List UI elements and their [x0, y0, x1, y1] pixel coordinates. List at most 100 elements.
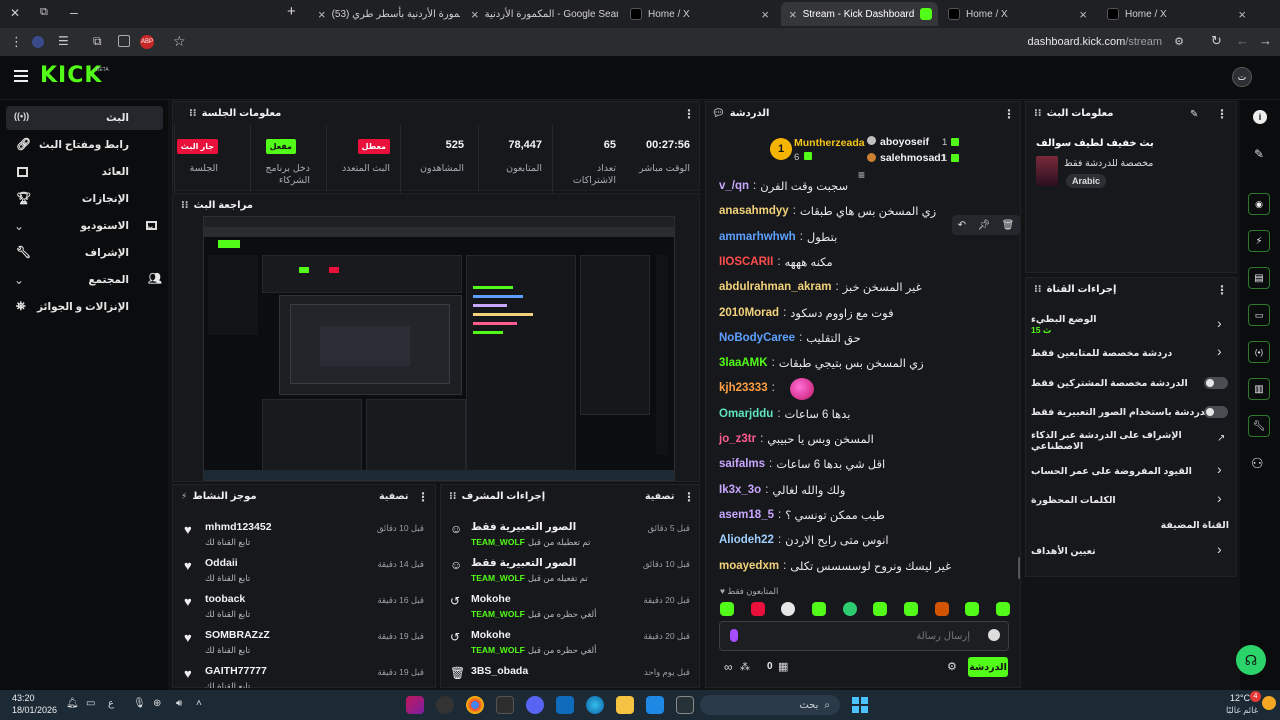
chat-message[interactable]: ammarhwhwh: بتطول — [719, 227, 837, 247]
moderator-name[interactable]: TEAM_WOLF — [471, 537, 525, 548]
chat-username[interactable]: jo_z3tr — [719, 433, 756, 445]
rail-button-camera[interactable]: ◉ — [1248, 193, 1270, 215]
weather-temp[interactable]: 12°C — [1230, 693, 1250, 703]
calendar-icon[interactable]: ▦ — [778, 660, 788, 673]
browser-menu-icon[interactable]: ⋮ — [10, 34, 23, 50]
more-options-icon[interactable]: ⋮ — [1216, 107, 1228, 121]
profile-icon[interactable] — [32, 36, 44, 48]
chat-message[interactable]: Omarjddu: بدها 6 ساعات — [719, 404, 850, 424]
input-language[interactable]: ع — [108, 698, 114, 709]
chat-message-input[interactable] — [750, 627, 970, 645]
bookmark-star-icon[interactable]: ☆ — [173, 33, 186, 50]
activity-user[interactable]: mhmd123452 — [205, 521, 272, 533]
clock-time[interactable]: 43:20 — [12, 693, 35, 703]
sidebar-item-drops[interactable]: الإنزالات و الجوائز ⛯ — [6, 295, 163, 319]
activity-user[interactable]: Oddaii — [205, 557, 238, 569]
rail-button-wrench[interactable]: 🔧︎ — [1248, 415, 1270, 437]
chat-username[interactable]: ammarhwhwh — [719, 231, 796, 243]
more-options-icon[interactable]: ⋮ — [1003, 107, 1015, 121]
chat-username[interactable]: anasahmdyy — [719, 205, 789, 217]
microphone-icon[interactable] — [730, 629, 738, 642]
chat-username[interactable]: IIOSCARII — [719, 256, 773, 268]
rail-button-layout[interactable]: ▥ — [1248, 378, 1270, 400]
battery-icon[interactable]: ▭ — [86, 698, 95, 709]
emotes-only-toggle[interactable] — [1204, 406, 1228, 418]
points-icon[interactable]: ⁂ — [740, 662, 750, 673]
edge-icon[interactable] — [586, 696, 604, 714]
chat-username[interactable]: Omarjddu — [719, 408, 773, 420]
sidebar-item-community[interactable]: المجتمع 👥︎ — [6, 268, 163, 292]
chat-username[interactable]: saifalms — [719, 458, 765, 470]
chat-message[interactable]: 2010Morad: فوت مع زاووم دسكود — [719, 303, 894, 323]
tray-chevron-icon[interactable]: ˄ — [196, 698, 202, 709]
activity-user[interactable]: tooback — [205, 593, 245, 605]
extensions-puzzle-icon[interactable]: ⧉ — [93, 34, 102, 49]
chrome-icon[interactable] — [466, 696, 484, 714]
rail-button-lightning[interactable]: ⚡︎ — [1248, 230, 1270, 252]
emote-icon[interactable] — [842, 602, 857, 616]
emote-icon[interactable] — [903, 602, 918, 616]
kick-logo[interactable]: KICK — [40, 63, 102, 88]
chat-username[interactable]: moayedxm — [719, 560, 779, 572]
start-button[interactable] — [852, 697, 868, 713]
maximize-window-icon[interactable]: ⧉ — [40, 6, 48, 19]
app-icon[interactable] — [646, 696, 664, 714]
emote-icon[interactable] — [873, 602, 888, 616]
chat-input-box[interactable] — [719, 621, 1009, 651]
address-bar[interactable]: dashboard.kick.com/stream ⚙ — [190, 32, 1190, 52]
action-ai-moderation[interactable]: الإشراف على الدردشة عبر الذكاء الاصطناعي… — [1031, 429, 1225, 453]
sidebar-item-moderation[interactable]: الإشراف 🔧︎ — [6, 241, 163, 265]
chat-username[interactable]: Aliodeh22 — [719, 534, 774, 546]
network-icon[interactable]: ⊕ — [153, 698, 161, 709]
stream-video-preview[interactable] — [203, 216, 675, 481]
chat-username[interactable]: asem18_5 — [719, 509, 774, 521]
discord-icon[interactable] — [526, 696, 544, 714]
chat-message[interactable]: Aliodeh22: انوس متى رايح الاردن — [719, 530, 889, 550]
store-icon[interactable] — [556, 696, 574, 714]
moderator-name[interactable]: TEAM_WOLF — [471, 645, 525, 656]
screenshot-icon[interactable] — [118, 35, 130, 47]
user-avatar[interactable]: ت — [1232, 67, 1252, 87]
browser-tab-active[interactable]: × Stream - Kick Dashboard — [781, 2, 938, 26]
extension-icon[interactable]: ☰ — [58, 34, 69, 48]
rail-button-broadcast[interactable]: (•) — [1248, 341, 1270, 363]
reload-icon[interactable]: ↻ — [1211, 33, 1222, 49]
chat-message[interactable]: abdulrahman_akram: غير المسخن خبز — [719, 277, 922, 297]
action-slow-mode[interactable]: الوضع البطيء 15 ث › — [1031, 311, 1225, 339]
send-chat-button[interactable]: الدردشة — [968, 657, 1008, 677]
weather-desc[interactable]: غائم غالبًا — [1226, 705, 1258, 716]
volume-icon[interactable]: 🔊︎ — [176, 698, 182, 709]
chat-message[interactable]: kjh23333: — [719, 378, 779, 398]
action-followers-only[interactable]: دردشة مخصصة للمتابعين فقط › — [1031, 341, 1225, 365]
hamburger-menu-icon[interactable] — [14, 70, 28, 82]
moderator-name[interactable]: TEAM_WOLF — [471, 609, 525, 620]
app-icon[interactable] — [436, 696, 454, 714]
emote-icon[interactable] — [811, 602, 826, 616]
chat-message[interactable]: anasahmdyy: زي المسخن بس هاي طبقات — [719, 201, 936, 221]
sidebar-item-achievements[interactable]: الإنجازات 🏆︎ — [6, 187, 163, 211]
chat-message[interactable]: Ik3x_3o: ولك والله لغالي — [719, 480, 845, 500]
terminal-icon[interactable] — [496, 696, 514, 714]
drag-handle-icon[interactable]: ⁝⁝ — [181, 200, 189, 211]
chat-message[interactable]: IIOSCARII: مكنه هههه — [719, 252, 833, 272]
action-hosted-channel[interactable]: القناة المضيفة — [1031, 515, 1229, 535]
browser-tab[interactable]: Home / X × — [622, 2, 777, 26]
close-tab-icon[interactable]: × — [471, 7, 479, 22]
app-icon[interactable] — [406, 696, 424, 714]
microphone-icon[interactable]: 🎙︎ — [133, 698, 146, 709]
file-explorer-icon[interactable] — [616, 696, 634, 714]
edit-pencil-icon[interactable]: ✎ — [1254, 147, 1264, 161]
chat-username[interactable]: kjh23333 — [719, 382, 768, 394]
emote-icon[interactable] — [965, 602, 980, 616]
new-tab-button[interactable]: + — [287, 3, 296, 20]
moderator-name[interactable]: TEAM_WOLF — [471, 573, 525, 584]
emote-icon[interactable] — [781, 602, 796, 616]
emote-icon[interactable] — [750, 602, 765, 616]
gift-leader-name[interactable]: salehmosad1 — [880, 152, 947, 164]
browser-tab[interactable]: Home / X × — [1099, 2, 1254, 26]
chat-username[interactable]: v_/qn — [719, 180, 749, 192]
sidebar-item-studio[interactable]: ⌄ الاستوديو — [6, 214, 163, 238]
chat-message[interactable]: moayedxm: غير ليسك ونروح لوسسسس تكلى — [719, 556, 951, 576]
chat-username[interactable]: abdulrahman_akram — [719, 281, 832, 293]
stream-category[interactable]: مخصصة للدردشة فقط — [1064, 158, 1153, 169]
